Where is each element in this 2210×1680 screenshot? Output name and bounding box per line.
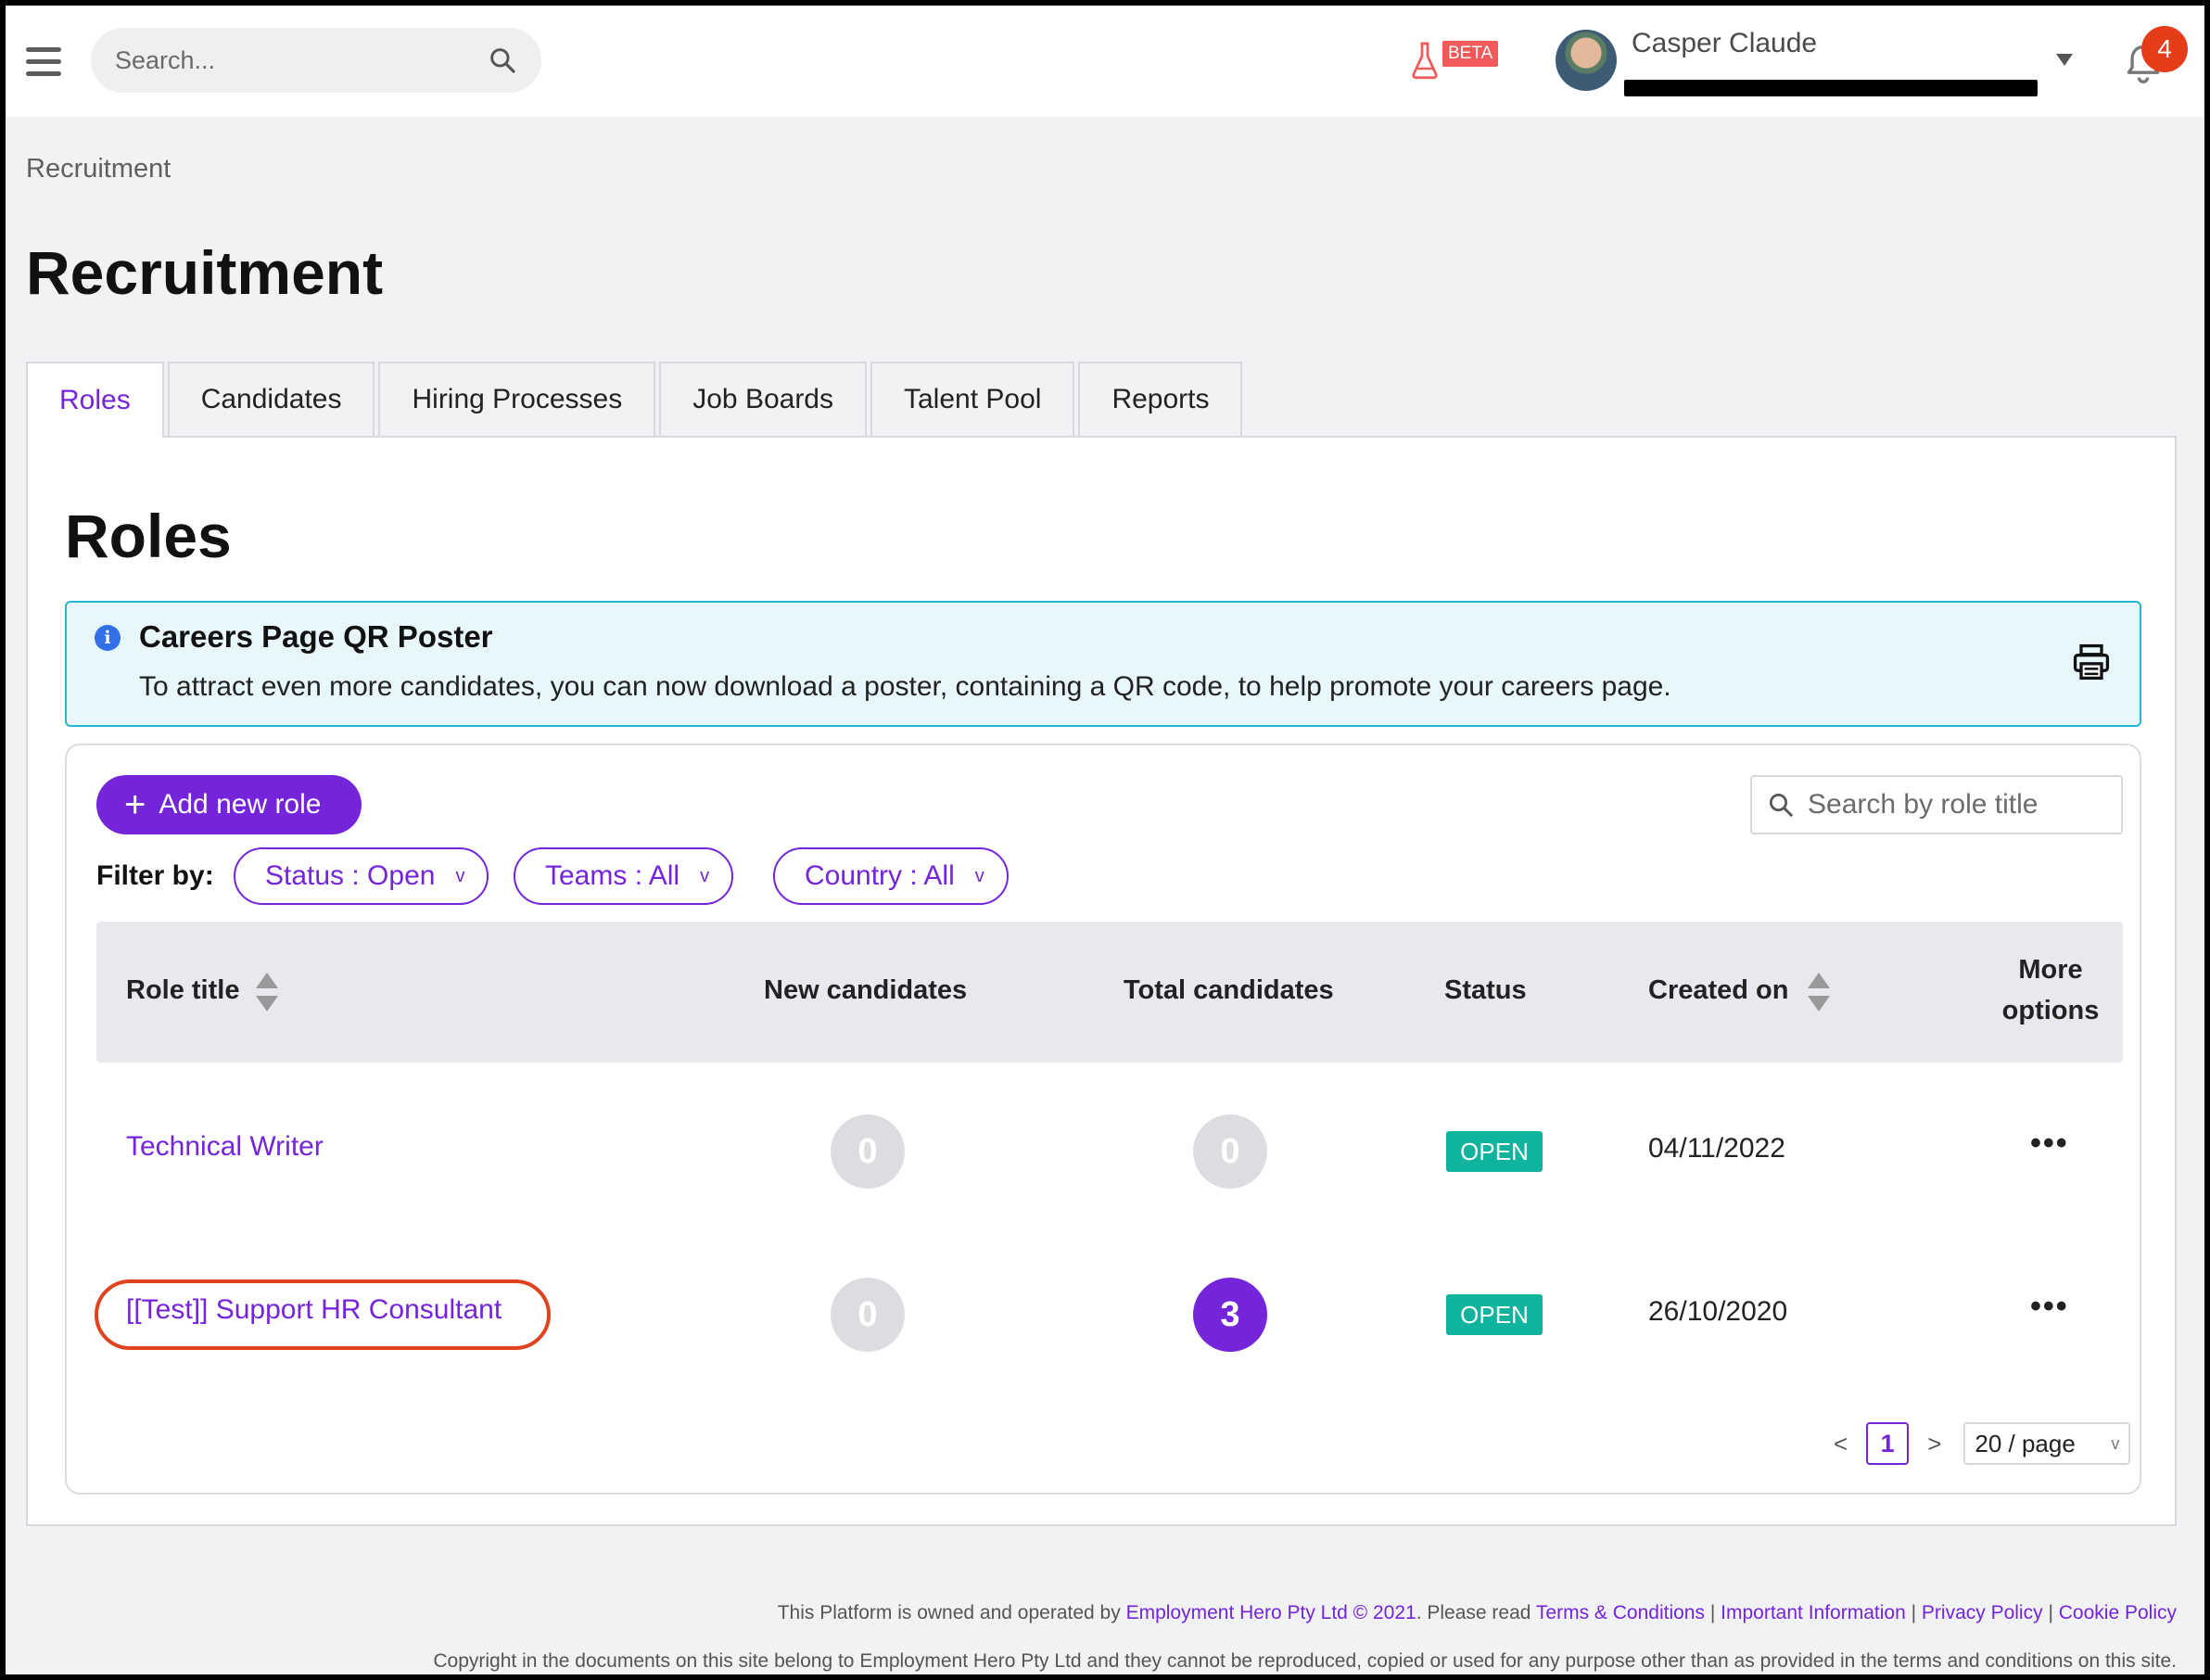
footer-separator: | <box>1709 1602 1716 1623</box>
plus-icon: + <box>124 784 146 825</box>
teams-filter[interactable]: Teams : All v <box>514 847 734 905</box>
tab-reports[interactable]: Reports <box>1078 362 1243 436</box>
created-on-date: 04/11/2022 <box>1648 1133 1785 1164</box>
footer-separator: | <box>2048 1602 2053 1623</box>
status-filter-label: Status : Open <box>265 860 436 891</box>
new-candidates-count: 0 <box>831 1278 905 1352</box>
user-menu-chevron-icon[interactable] <box>2056 54 2073 66</box>
status-badge: OPEN <box>1446 1294 1543 1335</box>
user-name[interactable]: Casper Claude <box>1632 28 1817 59</box>
top-bar: BETA Casper Claude 4 <box>6 6 2204 117</box>
breadcrumb[interactable]: Recruitment <box>26 154 171 185</box>
column-more-options-line2: options <box>2001 996 2100 1025</box>
printer-icon[interactable] <box>2071 642 2112 682</box>
column-new-candidates: New candidates <box>764 975 968 1005</box>
menu-icon[interactable] <box>26 47 61 77</box>
banner-text: To attract even more candidates, you can… <box>139 671 1671 702</box>
avatar[interactable] <box>1556 30 1617 91</box>
new-candidates-count: 0 <box>831 1114 905 1189</box>
beta-badge: BETA <box>1442 41 1499 67</box>
add-new-role-label: Add new role <box>159 789 322 820</box>
role-title-link[interactable]: [[Test]] Support HR Consultant <box>126 1294 502 1326</box>
section-title: Roles <box>65 502 232 570</box>
tab-hiring-processes[interactable]: Hiring Processes <box>378 362 656 436</box>
table-row: [[Test]] Support HR Consultant 0 3 OPEN … <box>95 1254 2123 1417</box>
table-header: Role title New candidates Total candidat… <box>96 922 2123 1063</box>
cookie-policy-link[interactable]: Cookie Policy <box>2059 1602 2177 1623</box>
flask-icon <box>1412 42 1438 80</box>
footer-separator: | <box>1911 1602 1917 1623</box>
chevron-down-icon: v <box>700 865 710 886</box>
page-size-select[interactable]: 20 / page v <box>1963 1422 2131 1465</box>
tab-roles[interactable]: Roles <box>26 362 164 438</box>
search-icon <box>1770 794 1793 817</box>
table-row: Technical Writer 0 0 OPEN 04/11/2022 ••• <box>96 1090 2123 1254</box>
footer-please-read: . Please read <box>1416 1602 1531 1623</box>
company-link[interactable]: Employment Hero Pty Ltd © 2021 <box>1126 1602 1416 1623</box>
column-status: Status <box>1444 975 1527 1005</box>
roles-card: + Add new role Filter by: Status : Open … <box>65 744 2141 1495</box>
more-options-icon[interactable]: ••• <box>2030 1289 2069 1325</box>
tab-job-boards[interactable]: Job Boards <box>659 362 867 436</box>
next-page-icon[interactable]: > <box>1927 1430 1941 1458</box>
tab-talent-pool[interactable]: Talent Pool <box>870 362 1075 436</box>
chevron-down-icon: v <box>974 865 984 886</box>
role-search-input[interactable] <box>1808 789 2104 821</box>
column-role-title[interactable]: Role title <box>126 975 239 1006</box>
created-on-date: 26/10/2020 <box>1648 1296 1788 1327</box>
total-candidates-count: 0 <box>1193 1114 1267 1189</box>
teams-filter-label: Teams : All <box>545 860 680 891</box>
redacted-text <box>1624 80 2038 96</box>
pagination: < 1 > 20 / page v <box>1834 1422 2131 1465</box>
beta-feature[interactable]: BETA <box>1411 41 1499 80</box>
column-more-options-line1: More <box>2018 955 2083 985</box>
country-filter[interactable]: Country : All v <box>773 847 1009 905</box>
column-total-candidates: Total candidates <box>1124 975 1334 1005</box>
important-information-link[interactable]: Important Information <box>1721 1602 1906 1623</box>
info-icon: i <box>95 625 121 651</box>
roles-panel: Roles i Careers Page QR Poster To attrac… <box>26 436 2177 1526</box>
role-search[interactable] <box>1750 775 2123 834</box>
tab-candidates[interactable]: Candidates <box>167 362 375 436</box>
footer-owned-text: This Platform is owned and operated by <box>777 1602 1121 1623</box>
privacy-policy-link[interactable]: Privacy Policy <box>1922 1602 2043 1623</box>
sort-role-title-icon[interactable] <box>256 973 278 1012</box>
banner-title: Careers Page QR Poster <box>139 619 493 654</box>
status-badge: OPEN <box>1446 1131 1543 1172</box>
sort-created-on-icon[interactable] <box>1808 973 1830 1012</box>
add-new-role-button[interactable]: + Add new role <box>96 775 362 834</box>
qr-poster-banner: i Careers Page QR Poster To attract even… <box>65 601 2141 727</box>
footer-links: This Platform is owned and operated by E… <box>778 1602 2177 1624</box>
previous-page-icon[interactable]: < <box>1834 1430 1848 1458</box>
chevron-down-icon: v <box>2111 1433 2120 1453</box>
footer-copyright: Copyright in the documents on this site … <box>433 1650 2177 1672</box>
more-options-icon[interactable]: ••• <box>2030 1126 2069 1162</box>
global-search[interactable] <box>91 28 541 93</box>
column-created-on[interactable]: Created on <box>1648 975 1788 1006</box>
page-number-current[interactable]: 1 <box>1866 1422 1910 1465</box>
notification-count-badge: 4 <box>2141 26 2188 72</box>
country-filter-label: Country : All <box>805 860 955 891</box>
role-title-link[interactable]: Technical Writer <box>126 1131 324 1163</box>
status-filter[interactable]: Status : Open v <box>234 847 489 905</box>
filter-label: Filter by: <box>96 860 214 891</box>
app-window: BETA Casper Claude 4 Recruitment Recruit… <box>6 6 2204 1674</box>
search-icon[interactable] <box>488 45 517 75</box>
tab-bar: Roles Candidates Hiring Processes Job Bo… <box>26 362 1246 438</box>
total-candidates-count[interactable]: 3 <box>1193 1278 1267 1352</box>
global-search-input[interactable] <box>115 45 488 75</box>
terms-link[interactable]: Terms & Conditions <box>1536 1602 1705 1623</box>
page-title: Recruitment <box>26 238 384 307</box>
chevron-down-icon: v <box>455 865 465 886</box>
page-size-value: 20 / page <box>1975 1429 2076 1457</box>
